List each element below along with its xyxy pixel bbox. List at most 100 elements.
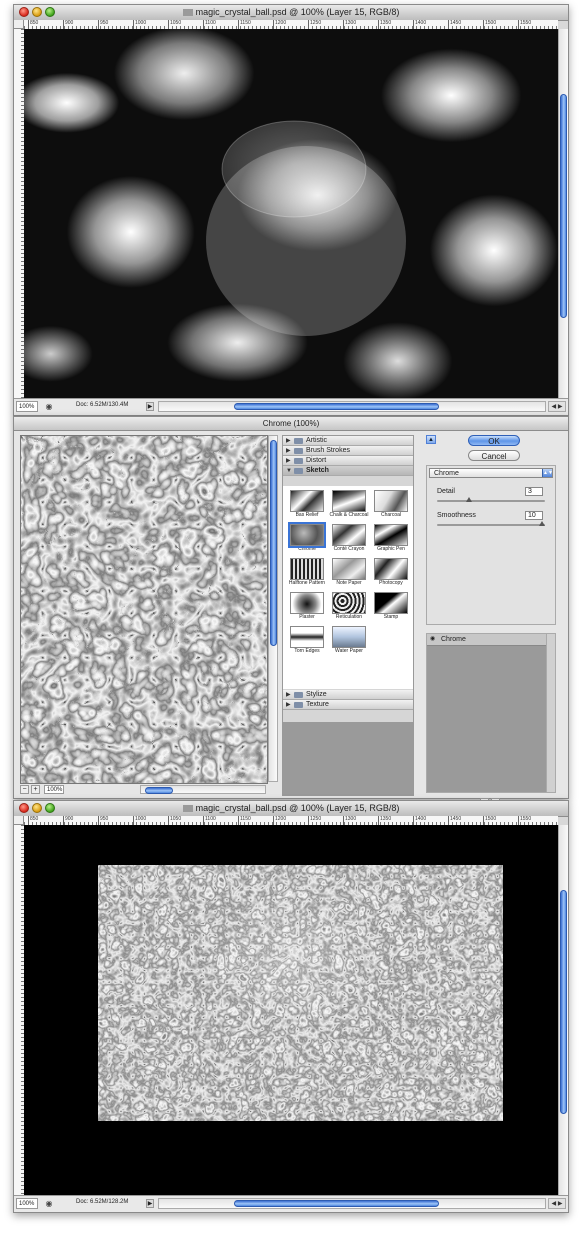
filter-thumb-image [332,592,366,614]
category-sketch[interactable]: ▼ Sketch [283,466,413,476]
zoom-level-field[interactable]: 100% [16,1198,38,1209]
detail-slider[interactable] [437,497,545,502]
category-texture[interactable]: ▶ Texture [283,700,413,710]
folder-icon [294,692,303,698]
preview-controls: − + 100% [20,785,278,795]
filter-thumb-image [290,626,324,648]
zoom-in-button[interactable]: + [31,785,40,794]
filter-thumb-chrome[interactable]: Chrome [287,522,327,553]
horizontal-scrollbar[interactable] [158,401,546,412]
filter-thumb-torn-edges[interactable]: Torn Edges [287,626,327,655]
filter-thumb-halftone-pattern[interactable]: Halftone Pattern [287,558,327,587]
filter-thumb-charcoal[interactable]: Charcoal [371,490,411,519]
filter-thumb-plaster[interactable]: Plaster [287,592,327,621]
preview-zoom-field[interactable]: 100% [44,785,64,794]
filter-thumb-image [290,490,324,512]
filter-thumb-label: Chrome [298,546,316,552]
filter-thumb-label: Reticulation [335,614,363,620]
filter-preview[interactable] [20,435,268,784]
status-menu-icon[interactable]: ◉ [44,1199,54,1208]
ruler-origin[interactable] [14,20,24,29]
smoothness-input[interactable]: 10 [525,511,543,520]
detail-slider-knob[interactable] [465,497,472,502]
status-arrow-icon[interactable]: ▶ [146,1199,154,1208]
vertical-scrollbar[interactable] [558,29,568,398]
collapse-gallery-icon[interactable]: ▲ [426,435,436,444]
filter-thumb-label: Conté Crayon [333,546,365,552]
expand-triangle-icon: ▶ [286,458,291,464]
filter-thumb-graphic-pen[interactable]: Graphic Pen [371,524,411,553]
folder-icon [294,448,303,454]
scroll-arrows-icon[interactable]: ◀ ▶ [548,1198,566,1209]
visibility-eye-icon[interactable]: ◉ [430,636,437,642]
category-stylize[interactable]: ▶ Stylize [283,690,413,700]
filter-thumb-label: Torn Edges [294,648,320,654]
vertical-scrollbar[interactable] [558,825,568,1195]
horizontal-scroll-thumb[interactable] [234,403,439,410]
filter-select[interactable]: Chrome ▲▼ [429,468,553,478]
preview-vertical-thumb[interactable] [270,440,277,646]
smoothness-slider[interactable] [437,521,545,526]
ruler-tick-label: 1300 [343,816,356,825]
ruler-origin[interactable] [14,816,24,825]
filter-thumb-stamp[interactable]: Stamp [371,592,411,621]
ruler-tick-label: 1550 [518,20,531,29]
ok-button[interactable]: OK [468,435,520,446]
filter-thumb-note-paper[interactable]: Note Paper [329,558,369,587]
filter-thumb-label: Charcoal [380,512,401,518]
detail-input[interactable]: 3 [525,487,543,496]
filter-thumb-image [290,558,324,580]
expand-triangle-icon: ▶ [286,702,291,708]
ruler-tick-label: 900 [63,20,73,29]
chrome-result-image [98,865,503,1121]
category-brush-strokes[interactable]: ▶ Brush Strokes [283,446,413,456]
bottom-window-titlebar[interactable]: magic_crystal_ball.psd @ 100% (Layer 15,… [14,801,568,817]
zoom-level-field[interactable]: 100% [16,401,38,412]
filter-thumb-label: Water Paper [335,648,363,654]
filter-thumb-image [374,558,408,580]
filter-thumb-reticulation[interactable]: Reticulation [329,592,369,621]
filter-thumb-bas-relief[interactable]: Bas Relief [287,490,327,519]
ruler-tick-label: 1450 [448,20,461,29]
filter-thumb-cont-crayon[interactable]: Conté Crayon [329,524,369,553]
preview-horizontal-scrollbar[interactable] [140,785,266,794]
bottom-document-window: magic_crystal_ball.psd @ 100% (Layer 15,… [13,800,569,1213]
dropdown-arrow-icon: ▲▼ [542,469,553,477]
window-title: magic_crystal_ball.psd @ 100% (Layer 15,… [14,803,568,813]
top-window-titlebar[interactable]: magic_crystal_ball.psd @ 100% (Layer 15,… [14,5,568,21]
zoom-out-button[interactable]: − [20,785,29,794]
effect-layers-list: ◉ Chrome [426,633,556,793]
preview-horizontal-thumb[interactable] [145,787,173,794]
horizontal-scrollbar[interactable] [158,1198,546,1209]
ruler-tick-label: 1250 [308,816,321,825]
effect-layers-scrollbar[interactable] [546,634,555,792]
result-canvas[interactable] [24,825,558,1195]
folder-icon [294,458,303,464]
smoothness-slider-knob[interactable] [539,521,545,526]
effect-layer-chrome[interactable]: ◉ Chrome [427,634,555,646]
filter-thumb-chalk-charcoal[interactable]: Chalk & Charcoal [329,490,369,519]
preview-vertical-scrollbar[interactable] [268,435,278,782]
vertical-scroll-thumb[interactable] [560,890,567,1114]
ruler-tick-label: 1400 [413,816,426,825]
filter-thumb-image [374,592,408,614]
ruler-tick-label: 1400 [413,20,426,29]
ruler-tick-label: 1500 [483,20,496,29]
folder-icon [294,468,303,474]
category-artistic[interactable]: ▶ Artistic [283,436,413,446]
filter-thumb-photocopy[interactable]: Photocopy [371,558,411,587]
scroll-arrows-icon[interactable]: ◀ ▶ [548,401,566,412]
status-arrow-icon[interactable]: ▶ [146,402,154,411]
status-bar: 100% ◉ Doc: 6.52M/130.4M ▶ ◀ ▶ [14,398,568,415]
ruler-tick-label: 1050 [168,20,181,29]
horizontal-scroll-thumb[interactable] [234,1200,439,1207]
filter-thumb-image [374,524,408,546]
status-menu-icon[interactable]: ◉ [44,402,54,411]
dialog-title[interactable]: Chrome (100%) [14,417,568,431]
category-distort[interactable]: ▶ Distort [283,456,413,466]
ruler-tick-label: 950 [98,20,108,29]
filter-thumb-water-paper[interactable]: Water Paper [329,626,369,655]
clouds-canvas[interactable] [24,29,558,398]
vertical-scroll-thumb[interactable] [560,94,567,318]
cancel-button[interactable]: Cancel [468,450,520,461]
